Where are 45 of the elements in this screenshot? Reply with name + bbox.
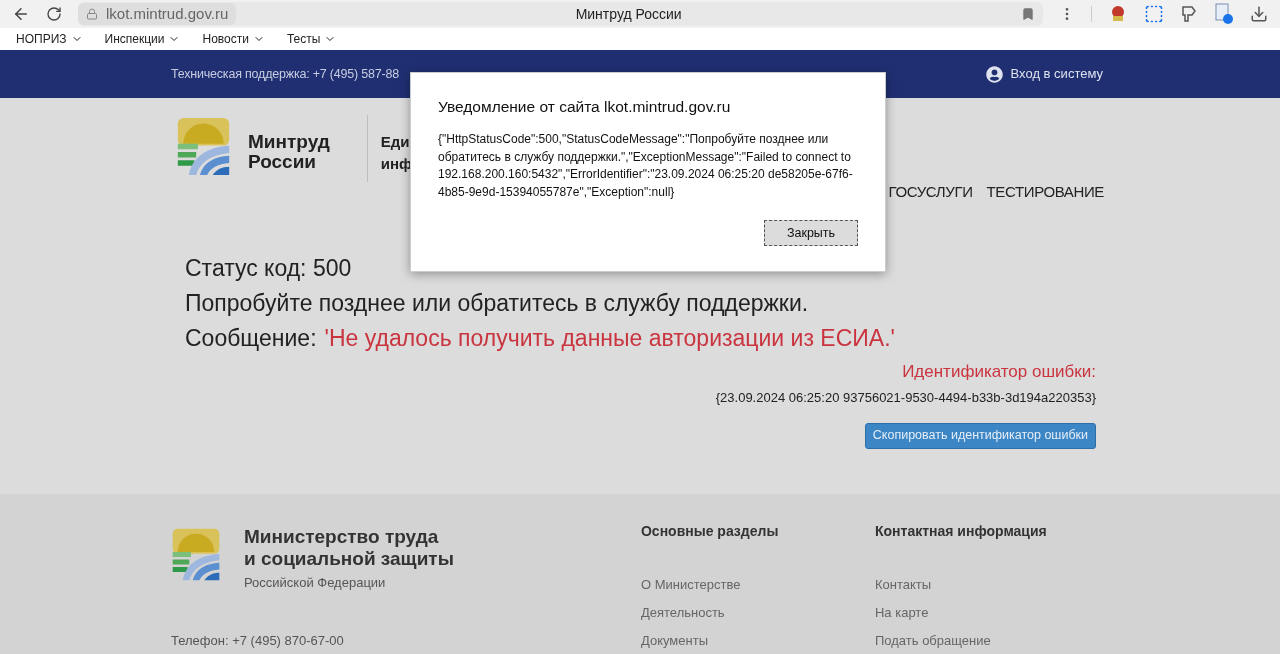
logo-text: Минтруд: [248, 132, 330, 152]
bookmark-folder[interactable]: Инспекции: [104, 30, 181, 48]
close-button[interactable]: Закрыть: [764, 220, 858, 246]
bookmark-folder[interactable]: НОПРИЗ: [16, 30, 83, 48]
error-id-label: Идентификатор ошибки:: [902, 360, 1096, 383]
download-icon[interactable]: [1250, 5, 1268, 23]
logo-icon: [176, 115, 231, 178]
support-text: Техническая поддержка: +7 (495) 587-88: [171, 65, 400, 83]
logo-icon: [171, 526, 221, 583]
nav-link[interactable]: ТЕСТИРОВАНИЕ: [986, 181, 1104, 204]
footer-heading: Контактная информация: [875, 522, 1048, 541]
footer-link[interactable]: На карте: [875, 604, 1109, 621]
message-label: Сообщение:: [185, 325, 317, 351]
footer-link[interactable]: Подать обращение: [875, 632, 1109, 649]
footer-link[interactable]: Документы: [640, 632, 875, 649]
site-title: инф: [380, 154, 413, 174]
org-title: и социальной защиты: [244, 548, 454, 570]
footer-link[interactable]: Контакты: [875, 576, 1109, 593]
footer-link[interactable]: О Министерстве: [640, 576, 875, 593]
footer-link[interactable]: Деятельность: [640, 604, 875, 621]
dialog-message: {"HttpStatusCode":500,"StatusCodeMessage":"Попробуйте позднее или обратитесь в службу поддержки.","ExceptionMessage":"Failed to connect to 192.168.200.160:5432","ErrorIdentifier":"23.09.2024 06:25:20 de58205e-67f6-4b85-9e9d-15394055787e","Exception":null}: [438, 131, 853, 201]
url-text: lkot.mintrud.gov.ru: [106, 3, 229, 24]
address-bar[interactable]: lkot.mintrud.gov.ru Минтруд России: [78, 2, 1043, 26]
tab-title: Минтруд России: [574, 4, 683, 24]
phone-text: Телефон: +7 (495) 870-67-00: [171, 631, 345, 650]
status-code: Статус код: 500: [185, 255, 353, 281]
bookmark-folder[interactable]: Новости: [202, 30, 265, 48]
site-title: Еди: [380, 132, 411, 152]
footer-heading: Основные разделы: [640, 522, 780, 541]
error-advice: Попробуйте позднее или обратитесь в службу поддержки.: [185, 290, 810, 316]
login-link[interactable]: Вход в систему: [985, 64, 1103, 84]
logo-text: России: [248, 152, 317, 172]
screenshot-icon[interactable]: [1144, 4, 1164, 24]
bookmark-icon[interactable]: [1021, 7, 1035, 21]
nav-link[interactable]: ГОСУСЛУГИ: [888, 181, 973, 204]
org-title: Министерство труда: [244, 526, 440, 548]
back-icon[interactable]: [12, 5, 30, 23]
user-icon: [985, 65, 1003, 83]
org-subtitle: Российской Федерации: [244, 574, 387, 592]
error-id: {23.09.2024 06:25:20 93756021-9530-4494-b33b-3d194a220353}: [715, 389, 1096, 407]
bookmark-folder[interactable]: Тесты: [286, 30, 337, 48]
error-message: 'Не удалось получить данные авторизации из ЕСИА.': [324, 325, 895, 351]
lock-icon: [86, 8, 98, 20]
reload-icon[interactable]: [46, 6, 62, 22]
dialog-title: Уведомление от сайта lkot.mintrud.gov.ru: [438, 97, 732, 117]
